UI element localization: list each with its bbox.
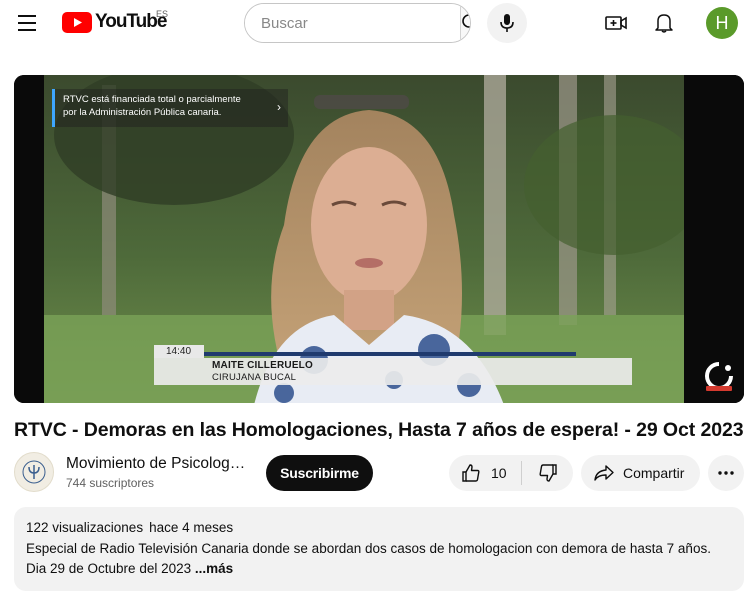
more-actions-button[interactable] [708, 455, 744, 491]
lower-third-accent [204, 352, 576, 356]
share-arrow-icon [594, 465, 614, 481]
description-line-2: Dia 29 de Octubre del 2023 [26, 561, 195, 576]
view-count: 122 visualizaciones [26, 520, 144, 535]
like-button[interactable]: 10 [449, 455, 521, 491]
thumbs-down-icon [538, 464, 557, 482]
hamburger-menu-icon[interactable] [10, 6, 44, 40]
like-dislike-group: 10 [449, 455, 573, 491]
youtube-play-icon [62, 11, 92, 33]
microphone-icon [500, 14, 514, 32]
notice-line-1: RTVC está financiada total o parcialment… [63, 94, 241, 105]
lower-third-caption: MAITE CILLERUELO CIRUJANA BUCAL [154, 358, 632, 385]
speaker-name: MAITE CILLERUELO [212, 360, 313, 371]
channel-watermark-icon [705, 362, 733, 391]
subscribe-button[interactable]: Suscribirme [266, 455, 373, 491]
description-line-1: Especial de Radio Televisión Canaria don… [26, 541, 711, 556]
dislike-button[interactable] [522, 455, 573, 491]
top-bar: YouTube ES H [0, 0, 751, 46]
video-player[interactable]: RTVC está financiada total o parcialment… [14, 75, 744, 403]
thumbs-up-icon [462, 464, 480, 482]
psi-logo-icon [22, 460, 46, 484]
share-button[interactable]: Compartir [581, 455, 700, 491]
youtube-logo[interactable]: YouTube [62, 11, 167, 33]
description-box[interactable]: 122 visualizaciones hace 4 meses Especial… [14, 507, 744, 591]
notice-line-2: por la Administración Pública canaria. [63, 107, 222, 118]
voice-search-button[interactable] [487, 3, 527, 43]
search-button[interactable] [460, 4, 470, 42]
broadcast-time: 14:40 [154, 345, 204, 358]
chevron-right-icon: › [277, 100, 281, 114]
funding-notice: RTVC está financiada total o parcialment… [52, 89, 288, 127]
speaker-role: CIRUJANA BUCAL [212, 372, 297, 383]
notifications-button[interactable] [644, 3, 684, 43]
more-horizontal-icon [718, 471, 734, 475]
like-count: 10 [491, 465, 507, 481]
subscriber-count: 744 suscriptores [66, 476, 155, 490]
channel-avatar[interactable] [14, 452, 54, 492]
description-meta: 122 visualizaciones hace 4 meses [26, 519, 732, 537]
search-icon [462, 14, 470, 28]
description-text: Especial de Radio Televisión Canaria don… [26, 539, 732, 579]
upload-date: hace 4 meses [149, 520, 234, 535]
region-code: ES [156, 9, 169, 19]
search-box [244, 3, 471, 43]
bell-icon [655, 14, 673, 33]
channel-name[interactable]: Movimiento de Psicologos... [66, 455, 246, 473]
user-avatar[interactable]: H [706, 7, 738, 39]
create-video-button[interactable] [596, 3, 636, 43]
share-label: Compartir [623, 465, 685, 481]
search-input[interactable] [245, 4, 460, 42]
show-more-link[interactable]: ...más [195, 561, 233, 576]
create-video-icon [605, 16, 627, 30]
video-title: RTVC - Demoras en las Homologaciones, Ha… [14, 419, 744, 441]
